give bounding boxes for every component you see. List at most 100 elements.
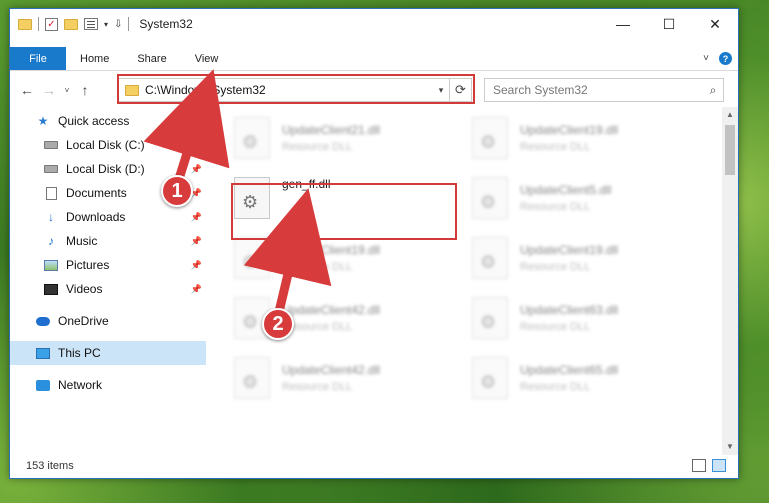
- file-type: Resource DLL: [282, 381, 353, 393]
- search-icon[interactable]: ⌕: [703, 83, 723, 98]
- file-type: Resource DLL: [520, 141, 591, 153]
- file-item[interactable]: ⚙ UpdateClient42.dll Resource DLL: [234, 357, 454, 405]
- file-item[interactable]: ⚙ UpdateClient19.dll Resource DLL: [234, 237, 454, 285]
- refresh-button[interactable]: ⟳: [449, 79, 471, 101]
- new-folder-icon[interactable]: [64, 18, 78, 30]
- properties-checkbox-icon[interactable]: ✓: [45, 17, 58, 31]
- large-icons-view-icon[interactable]: [712, 459, 726, 472]
- file-item[interactable]: ⚙ UpdateClient19.dll Resource DLL: [472, 237, 692, 285]
- dll-file-icon: ⚙: [234, 177, 270, 219]
- sidebar-item-local-disk-c[interactable]: Local Disk (C:) 📌: [10, 133, 206, 157]
- address-bar[interactable]: C:\Windows\System32 ▾ ⟳: [118, 78, 472, 102]
- tab-share[interactable]: Share: [123, 47, 180, 70]
- tab-file[interactable]: File: [10, 47, 66, 70]
- sidebar-item-network[interactable]: Network: [10, 373, 206, 397]
- title-bar: ✓ ▾ ⇩ System32 — ☐ ✕: [10, 9, 738, 39]
- qat-dropdown-icon[interactable]: ▾: [104, 20, 108, 29]
- callout-badge-1: 1: [161, 175, 193, 207]
- dll-file-icon: ⚙: [234, 237, 270, 279]
- file-list: ⚙ UpdateClient21.dll Resource DLL ⚙ Updat…: [226, 109, 720, 449]
- ribbon-right-controls: ˅ ?: [703, 47, 738, 70]
- pin-icon[interactable]: 📌: [191, 164, 202, 175]
- sidebar-item-onedrive[interactable]: OneDrive: [10, 309, 206, 333]
- dll-file-icon: ⚙: [234, 357, 270, 399]
- maximize-button[interactable]: ☐: [646, 9, 692, 39]
- file-type: Resource DLL: [520, 381, 591, 393]
- sidebar-item-quick-access[interactable]: ★ Quick access: [10, 109, 206, 133]
- dll-file-icon: ⚙: [234, 117, 270, 159]
- customize-qat-icon[interactable]: ⇩: [114, 19, 122, 30]
- details-view-icon[interactable]: [692, 459, 706, 472]
- recent-locations-button[interactable]: ˅: [60, 86, 74, 95]
- expand-ribbon-icon[interactable]: ˅: [703, 53, 709, 64]
- window-controls: — ☐ ✕: [600, 9, 738, 39]
- sidebar-item-label: Music: [66, 234, 98, 248]
- music-icon: ♪: [48, 234, 54, 248]
- help-icon[interactable]: ?: [719, 52, 732, 65]
- navigation-bar: ← → ˅ ↑ C:\Windows\System32 ▾ ⟳ Search S…: [10, 74, 738, 104]
- sidebar-item-label: Videos: [66, 282, 103, 296]
- pin-icon[interactable]: 📌: [191, 236, 202, 247]
- pin-icon[interactable]: 📌: [191, 260, 202, 271]
- sidebar-item-this-pc[interactable]: This PC: [10, 341, 206, 365]
- folder-icon: [125, 84, 139, 96]
- file-type: Resource DLL: [282, 141, 353, 153]
- pin-icon[interactable]: 📌: [191, 284, 202, 295]
- properties-icon[interactable]: [84, 18, 98, 30]
- sidebar-item-label: Documents: [66, 186, 127, 200]
- sidebar-item-pictures[interactable]: Pictures 📌: [10, 253, 206, 277]
- dll-file-icon: ⚙: [472, 117, 508, 159]
- address-dropdown-icon[interactable]: ▾: [433, 85, 449, 96]
- sidebar-item-music[interactable]: ♪ Music 📌: [10, 229, 206, 253]
- file-explorer-window: ✓ ▾ ⇩ System32 — ☐ ✕ File Home Share Vie…: [9, 8, 739, 479]
- sidebar-item-videos[interactable]: Videos 📌: [10, 277, 206, 301]
- minimize-button[interactable]: —: [600, 9, 646, 39]
- navigation-pane: ★ Quick access Local Disk (C:) 📌 Local D…: [10, 109, 206, 439]
- up-button[interactable]: ↑: [74, 82, 96, 98]
- sidebar-item-label: Downloads: [66, 210, 126, 224]
- sidebar-item-label: Pictures: [66, 258, 110, 272]
- status-bar: 153 items: [10, 454, 738, 478]
- scroll-thumb[interactable]: [725, 125, 735, 175]
- search-input[interactable]: Search System32: [493, 83, 703, 97]
- videos-icon: [44, 282, 58, 296]
- file-name: UpdateClient63.dll: [520, 303, 619, 317]
- file-item[interactable]: ⚙ UpdateClient21.dll Resource DLL: [234, 117, 454, 165]
- item-count: 153 items: [26, 460, 74, 472]
- search-box[interactable]: Search System32 ⌕: [484, 78, 724, 102]
- back-button[interactable]: ←: [16, 82, 38, 98]
- star-icon: ★: [37, 114, 49, 128]
- file-type: Resource DLL: [520, 261, 591, 273]
- file-item[interactable]: ⚙ UpdateClient65.dll Resource DLL: [472, 357, 692, 405]
- forward-button[interactable]: →: [38, 82, 60, 98]
- file-item[interactable]: ⚙ UpdateClient5.dll Resource DLL: [472, 177, 692, 225]
- dll-file-icon: ⚙: [472, 297, 508, 339]
- file-item[interactable]: ⚙ UpdateClient19.dll Resource DLL: [472, 117, 692, 165]
- sidebar-item-label: Local Disk (C:): [66, 138, 145, 152]
- sidebar-item-downloads[interactable]: ↓ Downloads 📌: [10, 205, 206, 229]
- sidebar-item-label: Local Disk (D:): [66, 162, 145, 176]
- scroll-up-icon[interactable]: ▲: [722, 107, 738, 123]
- file-name: UpdateClient21.dll: [282, 123, 381, 137]
- dll-file-icon: ⚙: [472, 177, 508, 219]
- close-button[interactable]: ✕: [692, 9, 738, 39]
- vertical-scrollbar[interactable]: ▲ ▼: [722, 107, 738, 455]
- file-name: UpdateClient65.dll: [520, 363, 619, 377]
- folder-icon: [18, 18, 32, 30]
- ribbon-tabs: File Home Share View ˅ ?: [10, 47, 738, 71]
- file-name: UpdateClient19.dll: [520, 123, 619, 137]
- tab-view[interactable]: View: [181, 47, 233, 70]
- pin-icon[interactable]: 📌: [191, 212, 202, 223]
- tab-home[interactable]: Home: [66, 47, 123, 70]
- scroll-down-icon[interactable]: ▼: [722, 439, 738, 455]
- address-path[interactable]: C:\Windows\System32: [145, 83, 433, 97]
- file-item[interactable]: ⚙ UpdateClient63.dll Resource DLL: [472, 297, 692, 345]
- quick-access-toolbar: ✓ ▾ ⇩: [10, 17, 130, 31]
- pictures-icon: [44, 258, 58, 272]
- file-item-gen-ff-dll[interactable]: ⚙ gen_ff.dll: [234, 177, 454, 225]
- file-type: Resource DLL: [520, 201, 591, 213]
- file-name: UpdateClient42.dll: [282, 303, 381, 317]
- pin-icon[interactable]: 📌: [191, 140, 202, 151]
